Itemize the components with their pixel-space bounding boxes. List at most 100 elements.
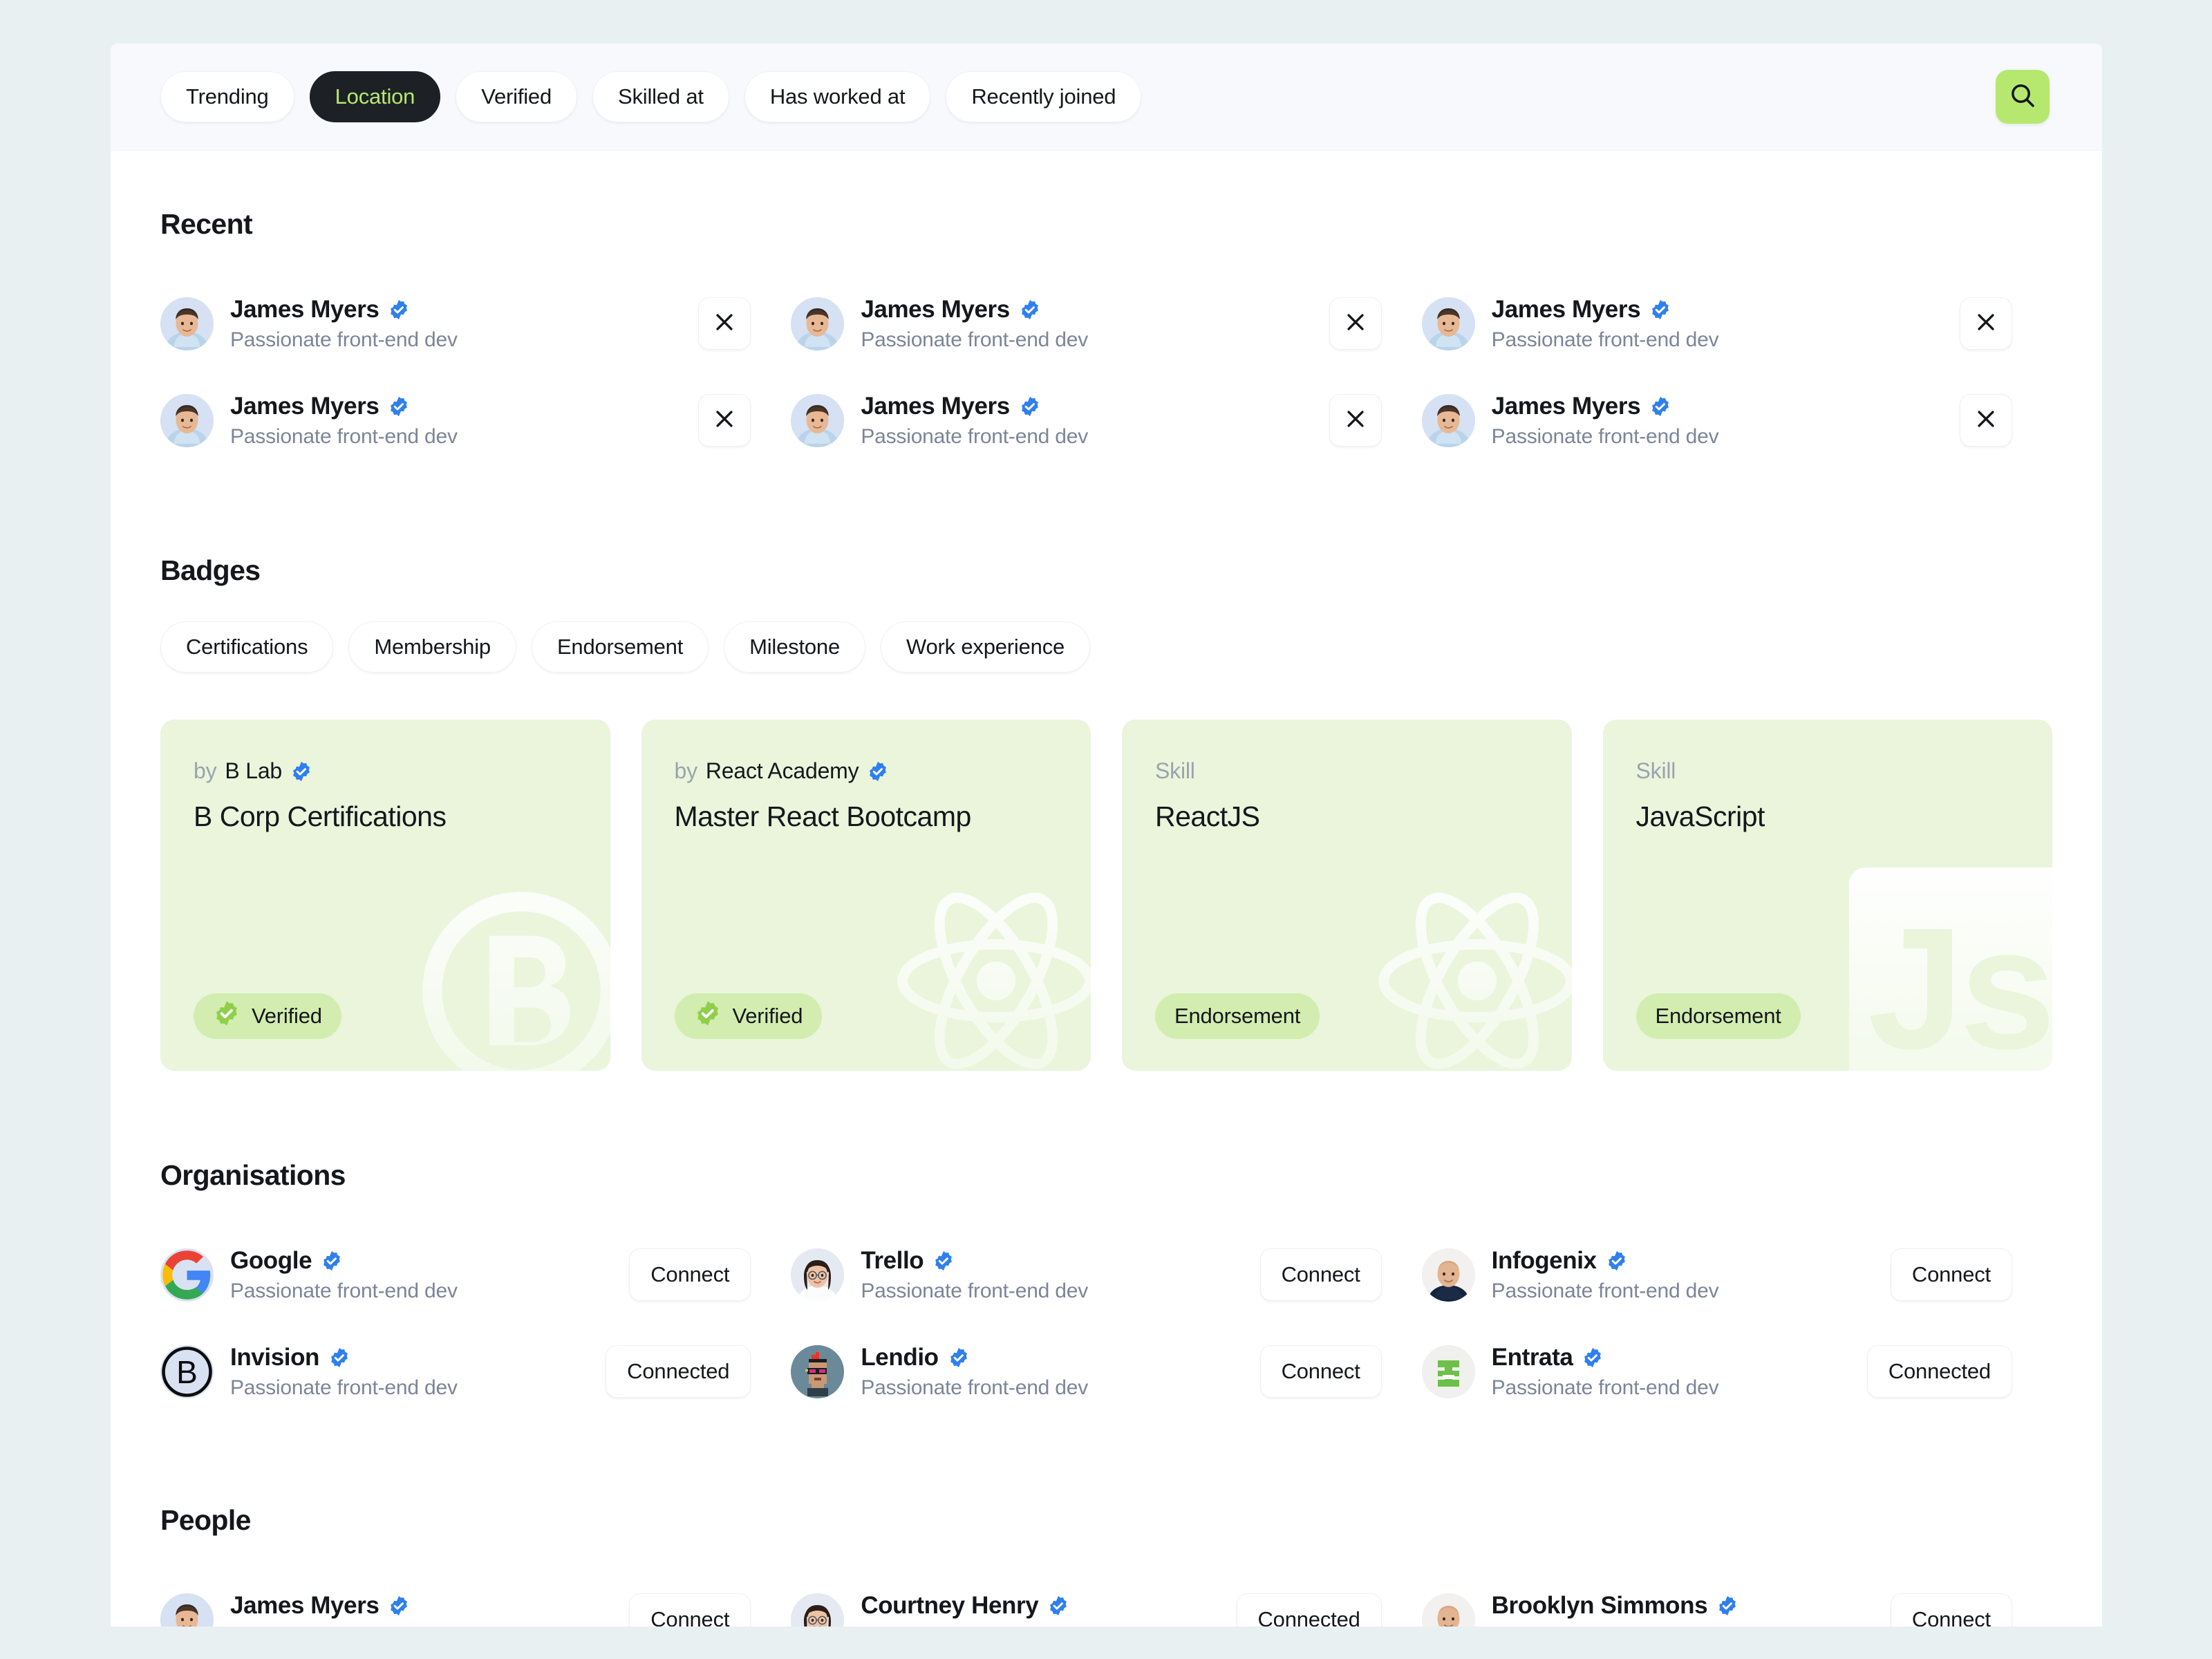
person-text: James Myers Passionate front-end dev: [230, 296, 458, 352]
badge-filter-membership[interactable]: Membership: [348, 621, 516, 673]
person-name-text: Infogenix: [1492, 1247, 1597, 1275]
person-info[interactable]: Brooklyn Simmons Passionate front-end de…: [1422, 1592, 1739, 1627]
connect-button[interactable]: Connect: [1891, 1248, 2012, 1301]
badge-filter-work-experience[interactable]: Work experience: [881, 621, 1090, 673]
person-name-text: James Myers: [1492, 296, 1640, 324]
recent-row: James Myers Passionate front-end dev: [791, 372, 1421, 469]
person-text: Entrata Passionate front-end dev: [1492, 1344, 1719, 1400]
connected-button[interactable]: Connected: [1237, 1593, 1382, 1627]
person-subtitle: Passionate front-end dev: [230, 1624, 458, 1627]
connected-button[interactable]: Connected: [606, 1345, 751, 1398]
filter-chip-trending[interactable]: Trending: [160, 71, 294, 122]
connect-button[interactable]: Connect: [629, 1248, 751, 1301]
person-name: James Myers: [1492, 393, 1719, 420]
avatar: [1422, 1345, 1475, 1398]
badge-issuer-line: Skill: [1155, 758, 1539, 784]
person-name-text: Brooklyn Simmons: [1492, 1592, 1708, 1620]
badge-card[interactable]: JsSkillJavaScriptEndorsement: [1603, 720, 2053, 1071]
react-logo-icon: [1363, 867, 1572, 1071]
person-name: James Myers: [230, 1592, 458, 1620]
person-text: James Myers Passionate front-end dev: [1492, 296, 1719, 352]
close-icon: [713, 407, 736, 434]
person-info[interactable]: Google Passionate front-end dev: [160, 1247, 458, 1303]
person-info[interactable]: B Invision Passionate front-end dev: [160, 1344, 458, 1400]
person-info[interactable]: Courtney Henry Passionate front-end dev: [791, 1592, 1088, 1627]
organisation-row: Infogenix Passionate front-end dev Connec…: [1422, 1226, 2052, 1323]
recent-row: James Myers Passionate front-end dev: [1422, 275, 2052, 372]
person-name: Brooklyn Simmons: [1492, 1592, 1739, 1620]
rosette-check-icon: [694, 1000, 722, 1033]
js-logo-text: Js: [1868, 889, 2052, 1071]
person-subtitle: Passionate front-end dev: [230, 328, 458, 352]
connect-button[interactable]: Connect: [1260, 1248, 1382, 1301]
verified-badge-icon: [867, 760, 889, 782]
connected-button[interactable]: Connected: [1867, 1345, 2012, 1398]
person-name: Entrata: [1492, 1344, 1719, 1371]
verified-badge-icon: [388, 395, 410, 418]
person-text: Lendio Passionate front-end dev: [861, 1344, 1088, 1400]
person-info[interactable]: James Myers Passionate front-end dev: [1422, 296, 1719, 352]
person-info[interactable]: James Myers Passionate front-end dev: [791, 296, 1088, 352]
avatar: [791, 1248, 844, 1302]
remove-recent-button[interactable]: [698, 297, 751, 350]
react-logo-icon: [882, 867, 1091, 1071]
connect-button[interactable]: Connect: [1260, 1345, 1382, 1398]
verified-badge-icon: [321, 1250, 343, 1272]
avatar: [791, 1593, 844, 1627]
avatar: [1422, 297, 1475, 350]
badge-filter-certifications[interactable]: Certifications: [160, 621, 333, 673]
person-info[interactable]: Infogenix Passionate front-end dev: [1422, 1247, 1719, 1303]
person-name-text: James Myers: [861, 393, 1009, 420]
filter-chip-location[interactable]: Location: [310, 71, 441, 122]
remove-recent-button[interactable]: [1329, 297, 1382, 350]
b-corp-logo-icon: [407, 877, 610, 1071]
person-info[interactable]: Entrata Passionate front-end dev: [1422, 1344, 1719, 1400]
badge-card[interactable]: byB Lab B Corp Certifications Verified: [160, 720, 610, 1071]
connect-button[interactable]: Connect: [629, 1593, 751, 1627]
close-icon: [1344, 310, 1367, 337]
remove-recent-button[interactable]: [1960, 297, 2012, 350]
person-info[interactable]: James Myers Passionate front-end dev: [160, 296, 458, 352]
remove-recent-button[interactable]: [698, 394, 751, 447]
person-name: James Myers: [230, 296, 458, 324]
search-button[interactable]: [1996, 70, 2050, 124]
svg-text:B: B: [176, 1354, 198, 1390]
remove-recent-button[interactable]: [1329, 394, 1382, 447]
people-title: People: [160, 1504, 2052, 1537]
remove-recent-button[interactable]: [1960, 394, 2012, 447]
person-info[interactable]: James Myers Passionate front-end dev: [160, 393, 458, 449]
badge-card[interactable]: byReact Academy Master React Bootcamp Ve…: [641, 720, 1091, 1071]
badge-title: Master React Bootcamp: [675, 800, 1058, 833]
badge-status-endorsement: Endorsement: [1636, 993, 1801, 1039]
organisation-row: B Invision Passionate front-end dev Conne…: [160, 1323, 791, 1420]
badge-kind-label: Skill: [1155, 758, 1195, 784]
person-name-text: James Myers: [1492, 393, 1640, 420]
connect-button[interactable]: Connect: [1891, 1593, 2012, 1627]
person-info[interactable]: James Myers Passionate front-end dev: [160, 1592, 458, 1627]
filter-chip-recently-joined[interactable]: Recently joined: [946, 71, 1141, 122]
filter-chip-skilled-at[interactable]: Skilled at: [592, 71, 729, 122]
person-info[interactable]: Trello Passionate front-end dev: [791, 1247, 1088, 1303]
person-name-text: James Myers: [230, 296, 379, 324]
app-window: Trending Location Verified Skilled at Has wo…: [111, 44, 2102, 1627]
close-icon: [713, 310, 736, 337]
verified-badge-icon: [1716, 1595, 1738, 1617]
people-section: People James Myers Passionate front-end …: [160, 1420, 2052, 1627]
js-logo-icon: Js: [1849, 868, 2052, 1071]
verified-badge-icon: [1606, 1250, 1628, 1272]
person-info[interactable]: Lendio Passionate front-end dev: [791, 1344, 1088, 1400]
recent-row: James Myers Passionate front-end dev: [160, 372, 791, 469]
verified-badge-icon: [290, 760, 312, 782]
filter-chip-verified[interactable]: Verified: [456, 71, 577, 122]
badge-filter-milestone[interactable]: Milestone: [724, 621, 865, 673]
badge-status-label: Verified: [252, 1004, 322, 1029]
recent-section: Recent James Myers Passionate front-end …: [160, 151, 2052, 469]
person-subtitle: Passionate front-end dev: [861, 328, 1088, 352]
verified-badge-icon: [1019, 395, 1041, 418]
person-info[interactable]: James Myers Passionate front-end dev: [791, 393, 1088, 449]
filter-chip-has-worked-at[interactable]: Has worked at: [744, 71, 931, 122]
badge-card[interactable]: SkillReactJSEndorsement: [1122, 720, 1572, 1071]
badge-filter-endorsement[interactable]: Endorsement: [532, 621, 709, 673]
person-text: Infogenix Passionate front-end dev: [1492, 1247, 1719, 1303]
person-info[interactable]: James Myers Passionate front-end dev: [1422, 393, 1719, 449]
